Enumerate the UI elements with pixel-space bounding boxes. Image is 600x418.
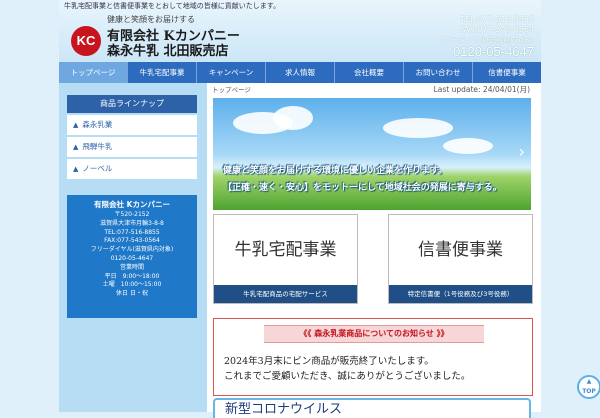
sidebar-item-hida[interactable]: ▲ 飛騨牛乳 [67, 137, 197, 158]
global-nav: トップページ 牛乳宅配事業 キャンペーン 求人情報 会社概要 お問い合わせ 信書… [59, 62, 541, 83]
header-fax: FAX:077-543-0564 [459, 25, 534, 34]
sidebar-postal: 〒520-2152 [114, 211, 150, 218]
chevron-right-icon[interactable]: › [519, 142, 525, 161]
arrow-up-icon: ▲ [586, 378, 592, 385]
hero-banner[interactable]: 健康と笑顔をお届けする環境に優しい企業を作ります。 【正確・速く・安心】をモット… [213, 98, 531, 210]
site-tagline: 牛乳宅配事業と信書便事業をとおして地域の皆様に貢献いたします。 [64, 2, 281, 10]
banner-message-1: 健康と笑顔をお届けする環境に優しい企業を作ります。 [223, 166, 448, 176]
notice-text-2: これまでご愛顧いただき、誠にありがとうございました。 [224, 371, 471, 382]
card-caption: 特定信書便（1号役務及び3号役務） [389, 285, 532, 303]
company-logo-icon[interactable]: KC [71, 26, 101, 56]
triangle-up-icon: ▲ [73, 121, 79, 129]
sidebar-item-label: 飛騨牛乳 [82, 142, 113, 151]
sidebar-item-label: 森永乳業 [82, 120, 113, 129]
nav-letter-delivery[interactable]: 信書便事業 [473, 62, 541, 83]
triangle-up-icon: ▲ [73, 143, 79, 151]
sidebar-freedial-label: フリーダイヤル(滋賀県内対象) [90, 246, 174, 254]
nav-recruit[interactable]: 求人情報 [266, 62, 335, 83]
header-tel: TEL:077-516-8855 [460, 15, 534, 24]
cloud-shape [383, 118, 453, 138]
card-title: 信書便事業 [418, 240, 503, 260]
notice-text-1: 2024年3月末にビン商品が販売終了いたします。 [224, 356, 434, 367]
last-update: Last update: 24/04/01(月) [433, 85, 530, 94]
notice-box: 《《 森永乳業商品についてのお知らせ 》》 2024年3月末にビン商品が販売終了… [213, 318, 533, 396]
corona-heading: 新型コロナウイルス [213, 398, 531, 418]
card-title: 牛乳宅配事業 [234, 240, 337, 260]
header-freedial-number[interactable]: 0120-05-4647 [453, 44, 534, 59]
to-top-label: TOP [582, 388, 596, 395]
sidebar-item-nobel[interactable]: ▲ ノーベル [67, 159, 197, 180]
sidebar-company-info: 有限会社 Kカンパニー 〒520-2152 滋賀県大津市月輪3-8-8 TEL:… [67, 195, 197, 318]
nav-contact[interactable]: お問い合わせ [404, 62, 473, 83]
sidebar-item-morinaga[interactable]: ▲ 森永乳業 [67, 115, 197, 136]
card-letter-delivery[interactable]: 信書便事業 特定信書便（1号役務及び3号役務） [388, 214, 533, 304]
sidebar-hours-saturday: 土曜 10:00〜15:00 [102, 281, 162, 289]
nav-company[interactable]: 会社概要 [335, 62, 404, 83]
sidebar-holiday: 休日 日・祝 [116, 290, 148, 298]
sidebar-company-name: 有限会社 Kカンパニー [94, 200, 170, 209]
sidebar-tel: TEL:077-516-8855 [104, 228, 160, 236]
nav-top[interactable]: トップページ [59, 62, 128, 83]
banner-message-2: 【正確・速く・安心】をモットーにして地域社会の発展に寄与する。 [223, 183, 502, 193]
back-to-top-button[interactable]: ▲ TOP [577, 375, 600, 399]
cloud-shape [273, 106, 313, 130]
nav-campaign[interactable]: キャンペーン [197, 62, 266, 83]
triangle-up-icon: ▲ [73, 165, 79, 173]
nav-milk-delivery[interactable]: 牛乳宅配事業 [128, 62, 197, 83]
sidebar-item-label: ノーベル [82, 164, 113, 173]
sidebar-address: 滋賀県大津市月輪3-8-8 [100, 219, 164, 227]
card-caption: 牛乳宅配商品の宅配サービス [214, 285, 357, 303]
cloud-shape [443, 138, 493, 154]
sidebar-freedial: 0120-05-4647 [110, 254, 154, 262]
catch-phrase: 健康と笑顔をお届けする [107, 15, 195, 24]
notice-heading: 《《 森永乳業商品についてのお知らせ 》》 [264, 325, 484, 343]
breadcrumb: トップページ [212, 86, 251, 94]
sidebar-hours-label: 営業時間 [119, 263, 144, 271]
sidebar-fax: FAX:077-543-0564 [104, 237, 160, 245]
store-name[interactable]: 森永牛乳 北田販売店 [107, 40, 229, 59]
card-milk-delivery[interactable]: 牛乳宅配事業 牛乳宅配商品の宅配サービス [213, 214, 358, 304]
sidebar-heading: 商品ラインナップ [67, 95, 197, 113]
